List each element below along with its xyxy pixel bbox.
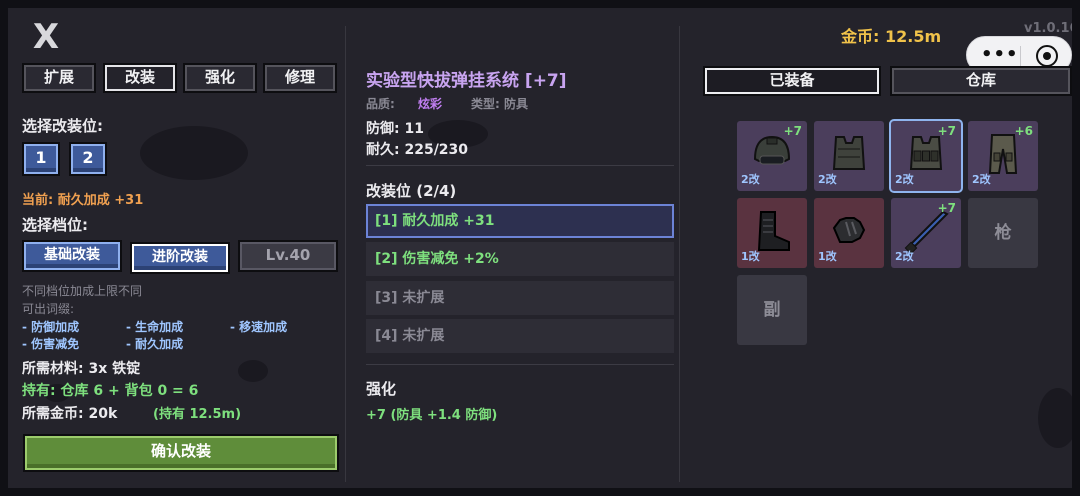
durability-stat: 耐久: 225/230 <box>366 142 469 158</box>
affix-damage-reduction: - 伤害减免 <box>22 337 80 351</box>
choose-slot-label: 选择改装位: <box>22 117 103 135</box>
tab-expand[interactable]: 扩展 <box>22 63 96 93</box>
mod-count: 2改 <box>895 173 914 186</box>
enhance-header: 强化 <box>366 380 397 398</box>
mod-slots-header: 改装位 (2/4) <box>366 182 457 200</box>
affix-defense: - 防御加成 <box>22 320 80 334</box>
tier-advanced-button[interactable]: 进阶改装 <box>130 242 230 274</box>
equip-slot-secondary[interactable]: 副 <box>737 275 807 345</box>
more-icon[interactable]: ••• <box>981 46 1019 64</box>
affix-health: - 生命加成 <box>126 320 184 334</box>
materials-label: 所需材料: 3x 铁锭 <box>22 361 141 377</box>
affix-durability: - 耐久加成 <box>126 337 184 351</box>
affix-speed: - 移速加成 <box>230 320 288 334</box>
mod-slot-1[interactable]: [1] 耐久加成 +31 <box>366 204 674 238</box>
mod-slot-2[interactable]: [2] 伤害减免 +2% <box>366 242 674 276</box>
capsule-divider <box>1020 46 1021 66</box>
background-smudge <box>140 126 248 180</box>
background-smudge <box>238 360 268 382</box>
equip-slot-pants[interactable]: +6 2改 <box>968 121 1038 191</box>
tier-note: 不同档位加成上限不同 <box>22 284 143 298</box>
equip-slot-gloves[interactable]: 1改 <box>814 198 884 268</box>
gold-balance: 金币: 12.5m <box>841 27 942 46</box>
equip-slot-rig[interactable]: +7 2改 <box>891 121 961 191</box>
level-button[interactable]: Lv.40 <box>238 240 338 272</box>
mod-slot-3[interactable]: [3] 未扩展 <box>366 281 674 315</box>
tab-storage[interactable]: 仓库 <box>890 66 1072 96</box>
equip-slot-melee[interactable]: +7 2改 <box>891 198 961 268</box>
item-title: 实验型快拔弹挂系统 [+7] <box>366 71 567 91</box>
mod-count: 2改 <box>895 250 914 263</box>
mod-count: 2改 <box>818 173 837 186</box>
current-mod-label: 当前: 耐久加成 +31 <box>22 193 144 208</box>
tier-basic-button[interactable]: 基础改装 <box>22 240 122 272</box>
mod-count: 2改 <box>741 173 760 186</box>
confirm-modify-button[interactable]: 确认改装 <box>23 434 339 472</box>
divider <box>366 165 674 166</box>
gold-cost-label: 所需金币: 20k <box>22 406 118 422</box>
tab-equipped[interactable]: 已装备 <box>703 66 881 96</box>
tab-enhance[interactable]: 强化 <box>183 63 257 93</box>
tab-modify[interactable]: 改装 <box>103 63 177 93</box>
version-label: v1.0.16 <box>1024 21 1079 36</box>
enhance-value: +7 (防具 +1.4 防御) <box>366 408 498 423</box>
mod-slot-4[interactable]: [4] 未扩展 <box>366 319 674 353</box>
game-panel: X 金币: 12.5m v1.0.16 S ••• 扩展 改装 强化 修理 选择… <box>0 0 1080 496</box>
close-icon[interactable]: X <box>26 20 66 54</box>
enhance-level: +7 <box>937 201 956 215</box>
mod-count: 1改 <box>741 250 760 263</box>
gun-slot-placeholder: 枪 <box>994 223 1012 243</box>
enhance-level: +7 <box>937 124 956 138</box>
slot-button-1[interactable]: 1 <box>22 142 60 176</box>
background-smudge <box>1038 388 1072 448</box>
equip-slot-gun[interactable]: 枪 <box>968 198 1038 268</box>
column-divider <box>345 26 346 482</box>
affix-label: 可出词缀: <box>22 302 75 316</box>
enhance-level: +6 <box>1014 124 1033 138</box>
secondary-slot-placeholder: 副 <box>763 300 781 320</box>
equip-slot-vest[interactable]: 2改 <box>814 121 884 191</box>
mod-count: 1改 <box>818 250 837 263</box>
choose-tier-label: 选择档位: <box>22 216 88 234</box>
defense-stat: 防御: 11 <box>366 121 424 137</box>
mod-count: 2改 <box>972 173 991 186</box>
enhance-level: +7 <box>783 124 802 138</box>
gold-owned-label: (持有 12.5m) <box>153 407 242 422</box>
quality-value: 炫彩 <box>418 97 443 111</box>
quality-key: 品质: <box>366 97 395 111</box>
slot-button-2[interactable]: 2 <box>69 142 107 176</box>
equip-slot-boots[interactable]: 1改 <box>737 198 807 268</box>
divider <box>366 364 674 365</box>
tab-repair[interactable]: 修理 <box>263 63 337 93</box>
column-divider <box>679 26 680 482</box>
equip-slot-helmet[interactable]: +7 2改 <box>737 121 807 191</box>
item-type: 类型: 防具 <box>471 97 528 111</box>
owned-materials-label: 持有: 仓库 6 + 背包 0 = 6 <box>22 383 199 399</box>
exit-target-icon[interactable] <box>1036 45 1058 67</box>
